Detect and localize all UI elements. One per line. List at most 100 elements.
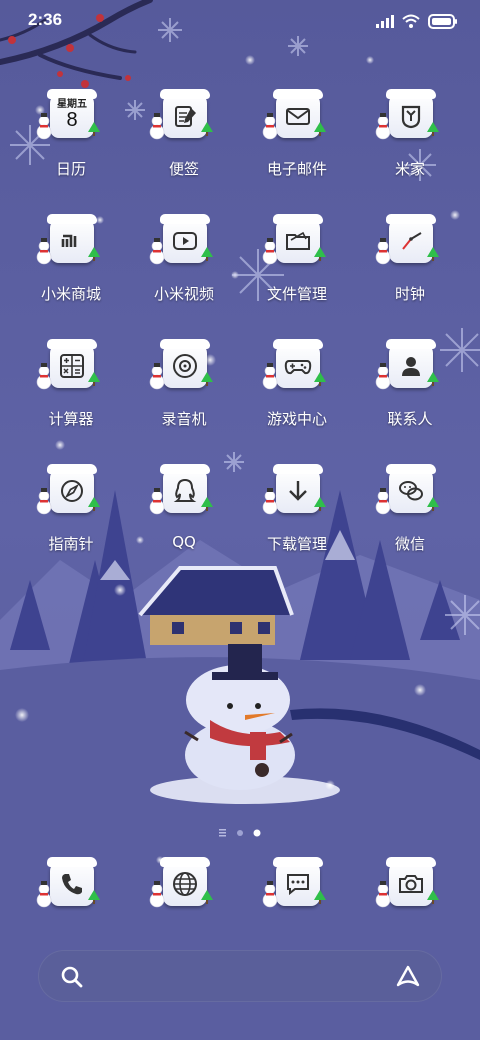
snowman-ornament-icon [36,881,52,908]
snowman-ornament-icon [262,238,278,265]
search-icon[interactable] [60,965,84,989]
snowman-ornament-icon [149,238,165,265]
app-label: 日历 [55,160,86,178]
page-dot-active[interactable] [253,829,261,837]
snowman-ornament-icon [149,881,165,908]
app-label: 便签 [168,160,199,178]
wifi-icon [402,14,420,28]
calendar-weekday: 星期五 [57,99,87,110]
assistant-icon[interactable] [394,964,422,988]
calendar-icon: 星期五 8 [36,89,100,140]
app-compass[interactable]: 指南针 [16,464,126,577]
app-recorder[interactable]: 录音机 [129,339,239,452]
tree-ornament-icon [314,247,326,261]
app-label: QQ [172,533,196,551]
app-label: 电子邮件 [266,160,327,178]
app-label: 联系人 [387,410,433,428]
search-bar[interactable] [38,950,442,1002]
tree-ornament-icon [201,247,213,261]
tree-ornament-icon [427,497,439,511]
browser-icon [149,857,213,908]
snowman-ornament-icon [36,113,52,140]
tree-ornament-icon [88,122,100,136]
app-qq[interactable]: QQ [129,464,239,577]
tree-ornament-icon [427,372,439,386]
snowman-ornament-icon [36,488,52,515]
page-dot[interactable] [237,830,243,836]
tree-ornament-icon [88,890,100,904]
contacts-icon [375,339,439,390]
app-label: 录音机 [161,410,207,428]
snowman-ornament-icon [149,363,165,390]
battery-icon [428,13,457,29]
app-email[interactable]: 电子邮件 [242,89,352,202]
wechat-icon [375,464,439,515]
snowman-ornament-icon [149,113,165,140]
app-label: 下载管理 [266,535,327,553]
app-clock[interactable]: 时钟 [355,214,465,327]
snowman-ornament-icon [262,363,278,390]
signal-icon [376,15,394,28]
tree-ornament-icon [314,372,326,386]
snowman-ornament-icon [375,113,391,140]
page-indicator-home[interactable] [219,829,226,837]
app-label: 米家 [394,160,425,178]
page-indicator [0,824,480,837]
recorder-icon [149,339,213,390]
snowman-ornament-icon [375,881,391,908]
gamepad-icon [262,339,326,390]
clock-icon [375,214,439,265]
snowman-ornament-icon [375,488,391,515]
tree-ornament-icon [88,497,100,511]
tree-ornament-icon [314,122,326,136]
tree-ornament-icon [314,890,326,904]
compass-icon [36,464,100,515]
email-icon [262,89,326,140]
camera-icon [375,857,439,908]
mi-store-icon [36,214,100,265]
app-label: 文件管理 [266,285,327,303]
status-time: 2:36 [28,10,63,29]
tree-ornament-icon [314,497,326,511]
status-bar: 2:36 [0,0,480,40]
phone-icon [36,857,100,908]
snowman-ornament-icon [375,238,391,265]
tree-ornament-icon [427,890,439,904]
tree-ornament-icon [88,372,100,386]
snowman-ornament-icon [36,238,52,265]
snowman-ornament-icon [262,488,278,515]
app-mijia[interactable]: 米家 [355,89,465,202]
qq-icon [149,464,213,515]
app-downloads[interactable]: 下载管理 [242,464,352,577]
snowman-ornament-icon [375,363,391,390]
download-icon [262,464,326,515]
calculator-icon [36,339,100,390]
tree-ornament-icon [427,122,439,136]
snowman-ornament-icon [149,488,165,515]
folder-icon [262,214,326,265]
app-game-center[interactable]: 游戏中心 [242,339,352,452]
app-label: 时钟 [394,285,425,303]
app-notes[interactable]: 便签 [129,89,239,202]
snowman-ornament-icon [262,113,278,140]
mijia-icon [375,89,439,140]
tree-ornament-icon [201,122,213,136]
tree-ornament-icon [427,247,439,261]
app-contacts[interactable]: 联系人 [355,339,465,452]
messages-icon [262,857,326,908]
app-label: 游戏中心 [266,410,327,428]
app-label: 计算器 [48,410,94,428]
status-icons [376,12,458,30]
app-calendar[interactable]: 星期五 8 日历 [16,89,126,202]
app-wechat[interactable]: 微信 [355,464,465,577]
app-mi-store[interactable]: 小米商城 [16,214,126,327]
app-files[interactable]: 文件管理 [242,214,352,327]
video-icon [149,214,213,265]
dock [0,857,480,930]
app-video[interactable]: 小米视频 [129,214,239,327]
snowman-ornament-icon [36,363,52,390]
snowman-ornament-icon [262,881,278,908]
tree-ornament-icon [88,247,100,261]
app-calculator[interactable]: 计算器 [16,339,126,452]
tree-ornament-icon [201,890,213,904]
